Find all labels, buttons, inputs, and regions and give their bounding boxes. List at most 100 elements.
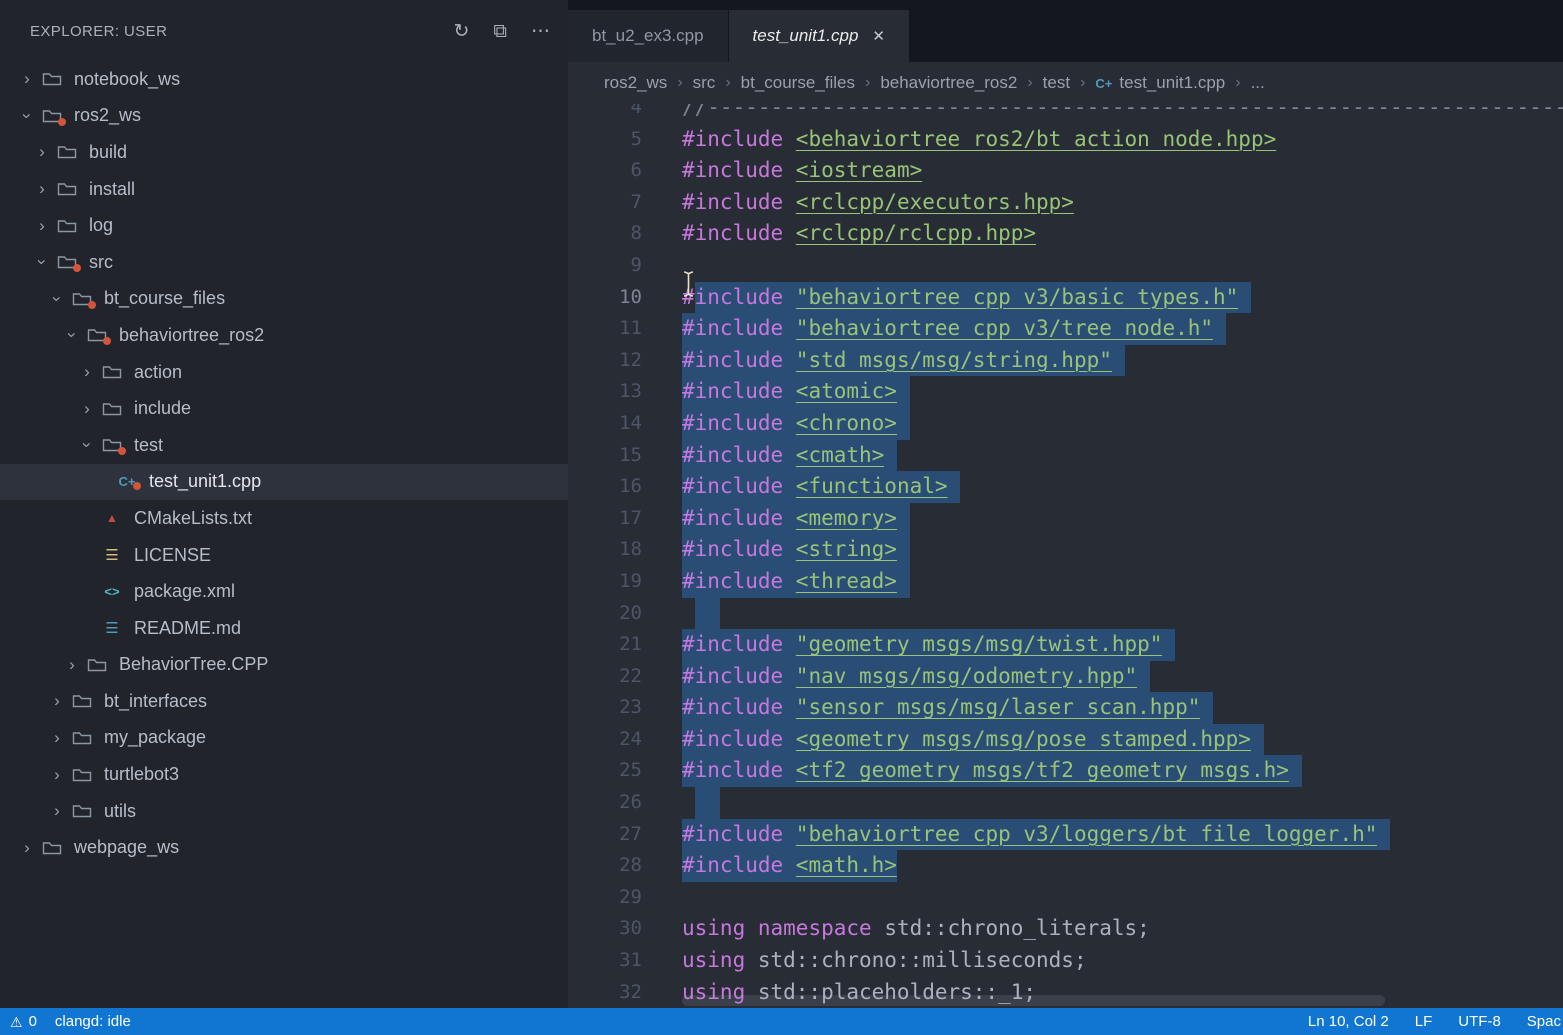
breadcrumb-item-bt_course_files[interactable]: bt_course_files [741,73,855,93]
tree-item-label: action [134,362,182,383]
eol-label: LF [1415,1013,1433,1030]
chevron-right-icon[interactable]: › [31,179,53,199]
code-token: <atomic> [796,376,897,408]
tree-item-LICENSE[interactable]: ☰LICENSE [0,537,568,574]
tree-item-test_unit1.cpp[interactable]: C+test_unit1.cpp [0,464,568,501]
breadcrumb-item-src[interactable]: src [693,73,716,93]
code-token: using [682,913,745,945]
tree-item-utils[interactable]: ›utils [0,793,568,830]
tree-item-label: install [89,179,135,200]
tree-item-CMakeLists.txt[interactable]: ▲CMakeLists.txt [0,500,568,537]
tree-item-package.xml[interactable]: <>package.xml [0,573,568,610]
cursor-position[interactable]: Ln 10, Col 2 [1308,1013,1389,1030]
folder-icon [68,767,96,783]
code-token: #include [682,755,796,787]
tree-item-src[interactable]: ›src [0,244,568,281]
tab-bt_u2_ex3.cpp[interactable]: bt_u2_ex3.cpp [568,10,729,62]
folder-icon [53,254,81,270]
chevron-down-icon[interactable]: › [17,105,37,127]
tree-item-webpage_ws[interactable]: › webpage_ws [0,829,568,866]
chevron-right-icon[interactable]: › [76,362,98,382]
line-number: 26 [568,787,642,819]
line-number: 12 [568,345,642,377]
chevron-down-icon[interactable]: › [62,324,82,346]
code-token: <memory> [796,503,897,535]
chevron-down-icon[interactable]: › [32,251,52,273]
folder-icon [83,327,111,343]
tree-item-BehaviorTree.CPP[interactable]: ›BehaviorTree.CPP [0,647,568,684]
code-line-28: 28#include <math.h> [568,850,1563,882]
folder-icon [83,657,111,673]
tree-item-build[interactable]: ›build [0,134,568,171]
explorer-header: EXPLORER: USER ↻⧉⋯ [0,0,568,47]
tree-item-install[interactable]: › install [0,171,568,208]
tree-item-bt_interfaces[interactable]: ›bt_interfaces [0,683,568,720]
tree-item-ros2_ws[interactable]: ›ros2_ws [0,98,568,135]
code-line-8: 8#include <rclcpp/rclcpp.hpp> [568,218,1563,250]
line-content: #include "behaviortree_cpp_v3/tree_node.… [682,313,1226,345]
breadcrumb-item-test_unit1.cpp[interactable]: C+test_unit1.cpp [1095,73,1225,93]
chevron-right-icon[interactable]: › [76,399,98,419]
tree-item-my_package[interactable]: ›my_package [0,720,568,757]
tree-item-action[interactable]: › action [0,354,568,391]
chevron-right-icon[interactable]: › [46,691,68,711]
chevron-right-icon[interactable]: › [16,838,38,858]
collapse-folders-icon[interactable]: ⧉ [493,22,507,41]
code-token: #include [682,819,796,851]
indentation-indicator[interactable]: Spac [1527,1013,1561,1030]
breadcrumb-item-behaviortree_ros2[interactable]: behaviortree_ros2 [880,73,1017,93]
main-area: EXPLORER: USER ↻⧉⋯ ›notebook_ws›ros2_ws›… [0,0,1563,1008]
code-line-9: 9 [568,250,1563,282]
problems-indicator[interactable]: ⚠ 0 [10,1013,37,1030]
close-icon[interactable]: ✕ [872,27,885,45]
chevron-right-icon[interactable]: › [31,142,53,162]
line-number: 13 [568,376,642,408]
code-line-29: 29 [568,882,1563,914]
line-number: 9 [568,250,642,282]
eol-indicator[interactable]: LF [1415,1013,1433,1030]
tree-item-bt_course_files[interactable]: ›bt_course_files [0,281,568,318]
chevron-right-icon[interactable]: › [46,765,68,785]
line-content: #include "behaviortree_cpp_v3/basic_type… [682,282,1251,314]
code-token: #include [682,218,796,250]
horizontal-scrollbar[interactable] [682,995,1385,1006]
breadcrumb-label: src [693,73,716,93]
tab-test_unit1.cpp[interactable]: test_unit1.cpp ✕ [729,10,910,62]
more-actions-icon[interactable]: ⋯ [531,22,550,41]
tree-item-label: webpage_ws [74,837,179,858]
chevron-right-icon[interactable]: › [46,801,68,821]
code-token: <rclcpp/executors.hpp> [796,187,1074,219]
breadcrumb-item-test[interactable]: test [1043,73,1070,93]
line-number: 17 [568,503,642,535]
code-token: <iostream> [796,155,922,187]
chevron-right-icon[interactable]: › [46,728,68,748]
md-file-icon: ☰ [98,621,126,636]
tab-label: test_unit1.cpp [753,26,859,46]
chevron-right-icon[interactable]: › [31,216,53,236]
tree-item-include[interactable]: › include [0,390,568,427]
tree-item-behaviortree_ros2[interactable]: ›behaviortree_ros2 [0,317,568,354]
folder-icon [68,803,96,819]
chevron-right-icon[interactable]: › [16,69,38,89]
refresh-icon[interactable]: ↻ [454,22,470,41]
code-token: using [682,945,745,977]
tree-item-notebook_ws[interactable]: ›notebook_ws [0,61,568,98]
tree-item-log[interactable]: ›log [0,207,568,244]
chevron-right-icon[interactable]: › [61,655,83,675]
encoding-indicator[interactable]: UTF-8 [1458,1013,1501,1030]
chevron-down-icon[interactable]: › [77,434,97,456]
folder-icon [68,693,96,709]
language-server-status[interactable]: clangd: idle [55,1013,131,1030]
code-token [1137,661,1150,693]
tabs: bt_u2_ex3.cpp test_unit1.cpp ✕ [568,10,910,62]
breadcrumb-item-...[interactable]: ... [1251,73,1265,93]
tree-item-turtlebot3[interactable]: ›turtlebot3 [0,756,568,793]
code-editor[interactable]: 4//-------------------------------------… [568,104,1563,1008]
chevron-down-icon[interactable]: › [47,288,67,310]
folder-icon [38,108,66,124]
breadcrumb-item-ros2_ws[interactable]: ros2_ws [604,73,667,93]
line-content: #include <thread> [682,566,910,598]
tree-item-test[interactable]: ›test [0,427,568,464]
tree-item-README.md[interactable]: ☰README.md [0,610,568,647]
tree-item-label: include [134,398,191,419]
